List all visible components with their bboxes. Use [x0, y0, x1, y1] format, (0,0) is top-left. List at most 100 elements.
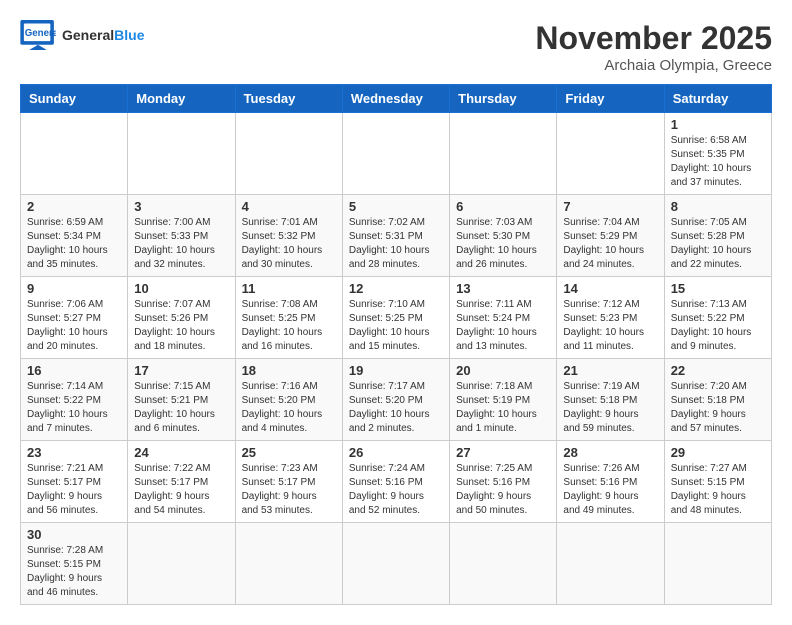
calendar-cell: 14Sunrise: 7:12 AM Sunset: 5:23 PM Dayli… — [557, 277, 664, 359]
day-info: Sunrise: 7:10 AM Sunset: 5:25 PM Dayligh… — [349, 298, 443, 354]
title-block: November 2025 Archaia Olympia, Greece — [535, 20, 772, 74]
calendar-cell — [342, 523, 449, 605]
calendar-cell — [342, 113, 449, 195]
calendar-cell: 30Sunrise: 7:28 AM Sunset: 5:15 PM Dayli… — [21, 523, 128, 605]
calendar-cell: 26 Sunrise: 7:24 AM Sunset: 5:16 PM Dayli… — [342, 441, 449, 523]
weekday-header-monday: Monday — [128, 85, 235, 113]
day-info: Sunrise: 7:22 AM Sunset: 5:17 PM Dayligh… — [134, 462, 228, 518]
calendar-cell — [21, 113, 128, 195]
day-info: Sunrise: 7:02 AM Sunset: 5:31 PM Dayligh… — [349, 216, 443, 272]
day-info: Sunrise: 7:13 AM Sunset: 5:22 PM Dayligh… — [671, 298, 765, 354]
calendar-cell: 3Sunrise: 7:00 AM Sunset: 5:33 PM Daylig… — [128, 195, 235, 277]
weekday-header-thursday: Thursday — [450, 85, 557, 113]
calendar-cell: 1Sunrise: 6:58 AM Sunset: 5:35 PM Daylig… — [664, 113, 771, 195]
day-info: Sunrise: 7:03 AM Sunset: 5:30 PM Dayligh… — [456, 216, 550, 272]
calendar-week-row: 23Sunrise: 7:21 AM Sunset: 5:17 PM Dayli… — [21, 441, 772, 523]
day-number: 4 — [242, 199, 336, 214]
calendar-cell: 24Sunrise: 7:22 AM Sunset: 5:17 PM Dayli… — [128, 441, 235, 523]
day-info: Sunrise: 7:11 AM Sunset: 5:24 PM Dayligh… — [456, 298, 550, 354]
calendar-cell — [128, 113, 235, 195]
calendar-cell: 15 Sunrise: 7:13 AM Sunset: 5:22 PM Dayli… — [664, 277, 771, 359]
calendar-header-row: SundayMondayTuesdayWednesdayThursdayFrid… — [21, 85, 772, 113]
calendar-cell: 8Sunrise: 7:05 AM Sunset: 5:28 PM Daylig… — [664, 195, 771, 277]
month-title: November 2025 — [535, 20, 772, 57]
day-number: 27 — [456, 445, 550, 460]
calendar-cell: 7 Sunrise: 7:04 AM Sunset: 5:29 PM Daylig… — [557, 195, 664, 277]
day-info: Sunrise: 7:01 AM Sunset: 5:32 PM Dayligh… — [242, 216, 336, 272]
calendar-cell: 25 Sunrise: 7:23 AM Sunset: 5:17 PM Dayli… — [235, 441, 342, 523]
day-info: Sunrise: 7:17 AM Sunset: 5:20 PM Dayligh… — [349, 380, 443, 436]
calendar-cell — [235, 113, 342, 195]
calendar-week-row: 9Sunrise: 7:06 AM Sunset: 5:27 PM Daylig… — [21, 277, 772, 359]
calendar-cell: 17 Sunrise: 7:15 AM Sunset: 5:21 PM Dayli… — [128, 359, 235, 441]
day-info: Sunrise: 7:15 AM Sunset: 5:21 PM Dayligh… — [134, 380, 228, 436]
calendar-week-row: 16 Sunrise: 7:14 AM Sunset: 5:22 PM Dayli… — [21, 359, 772, 441]
general-blue-icon: General — [20, 20, 56, 50]
day-number: 20 — [456, 363, 550, 378]
calendar-cell — [128, 523, 235, 605]
day-info: Sunrise: 7:24 AM Sunset: 5:16 PM Dayligh… — [349, 462, 443, 518]
day-number: 11 — [242, 281, 336, 296]
calendar-cell: 4 Sunrise: 7:01 AM Sunset: 5:32 PM Daylig… — [235, 195, 342, 277]
day-info: Sunrise: 7:04 AM Sunset: 5:29 PM Dayligh… — [563, 216, 657, 272]
calendar-cell: 23Sunrise: 7:21 AM Sunset: 5:17 PM Dayli… — [21, 441, 128, 523]
calendar-cell: 28 Sunrise: 7:26 AM Sunset: 5:16 PM Dayli… — [557, 441, 664, 523]
day-info: Sunrise: 7:20 AM Sunset: 5:18 PM Dayligh… — [671, 380, 765, 436]
day-info: Sunrise: 7:19 AM Sunset: 5:18 PM Dayligh… — [563, 380, 657, 436]
calendar-cell — [235, 523, 342, 605]
day-number: 12 — [349, 281, 443, 296]
day-number: 18 — [242, 363, 336, 378]
day-number: 5 — [349, 199, 443, 214]
calendar-week-row: 30Sunrise: 7:28 AM Sunset: 5:15 PM Dayli… — [21, 523, 772, 605]
calendar-cell — [450, 523, 557, 605]
day-info: Sunrise: 7:14 AM Sunset: 5:22 PM Dayligh… — [27, 380, 121, 436]
day-number: 15 — [671, 281, 765, 296]
day-number: 14 — [563, 281, 657, 296]
day-info: Sunrise: 7:07 AM Sunset: 5:26 PM Dayligh… — [134, 298, 228, 354]
day-info: Sunrise: 7:16 AM Sunset: 5:20 PM Dayligh… — [242, 380, 336, 436]
svg-text:General: General — [25, 28, 56, 39]
calendar-cell: 18 Sunrise: 7:16 AM Sunset: 5:20 PM Dayli… — [235, 359, 342, 441]
calendar-cell — [450, 113, 557, 195]
day-number: 26 — [349, 445, 443, 460]
calendar-cell: 21Sunrise: 7:19 AM Sunset: 5:18 PM Dayli… — [557, 359, 664, 441]
calendar-cell: 20 Sunrise: 7:18 AM Sunset: 5:19 PM Dayli… — [450, 359, 557, 441]
calendar-cell: 27Sunrise: 7:25 AM Sunset: 5:16 PM Dayli… — [450, 441, 557, 523]
calendar-cell — [557, 113, 664, 195]
calendar-cell: 2 Sunrise: 6:59 AM Sunset: 5:34 PM Daylig… — [21, 195, 128, 277]
weekday-header-sunday: Sunday — [21, 85, 128, 113]
calendar-cell: 12 Sunrise: 7:10 AM Sunset: 5:25 PM Dayli… — [342, 277, 449, 359]
calendar-week-row: 2 Sunrise: 6:59 AM Sunset: 5:34 PM Daylig… — [21, 195, 772, 277]
day-number: 28 — [563, 445, 657, 460]
day-number: 1 — [671, 117, 765, 132]
calendar-cell: 22Sunrise: 7:20 AM Sunset: 5:18 PM Dayli… — [664, 359, 771, 441]
page-header: General GeneralBlue November 2025 Archai… — [20, 20, 772, 74]
day-number: 7 — [563, 199, 657, 214]
calendar-cell — [664, 523, 771, 605]
day-info: Sunrise: 7:08 AM Sunset: 5:25 PM Dayligh… — [242, 298, 336, 354]
day-info: Sunrise: 7:06 AM Sunset: 5:27 PM Dayligh… — [27, 298, 121, 354]
day-number: 19 — [349, 363, 443, 378]
calendar-week-row: 1Sunrise: 6:58 AM Sunset: 5:35 PM Daylig… — [21, 113, 772, 195]
day-number: 2 — [27, 199, 121, 214]
calendar-cell: 29Sunrise: 7:27 AM Sunset: 5:15 PM Dayli… — [664, 441, 771, 523]
day-info: Sunrise: 7:28 AM Sunset: 5:15 PM Dayligh… — [27, 544, 121, 600]
calendar-cell: 10Sunrise: 7:07 AM Sunset: 5:26 PM Dayli… — [128, 277, 235, 359]
day-number: 17 — [134, 363, 228, 378]
day-info: Sunrise: 7:18 AM Sunset: 5:19 PM Dayligh… — [456, 380, 550, 436]
day-number: 25 — [242, 445, 336, 460]
day-number: 13 — [456, 281, 550, 296]
day-number: 16 — [27, 363, 121, 378]
day-info: Sunrise: 7:23 AM Sunset: 5:17 PM Dayligh… — [242, 462, 336, 518]
calendar-table: SundayMondayTuesdayWednesdayThursdayFrid… — [20, 84, 772, 605]
day-info: Sunrise: 7:26 AM Sunset: 5:16 PM Dayligh… — [563, 462, 657, 518]
day-number: 23 — [27, 445, 121, 460]
day-info: Sunrise: 7:05 AM Sunset: 5:28 PM Dayligh… — [671, 216, 765, 272]
calendar-cell: 9Sunrise: 7:06 AM Sunset: 5:27 PM Daylig… — [21, 277, 128, 359]
calendar-cell: 13 Sunrise: 7:11 AM Sunset: 5:24 PM Dayli… — [450, 277, 557, 359]
day-info: Sunrise: 7:27 AM Sunset: 5:15 PM Dayligh… — [671, 462, 765, 518]
weekday-header-saturday: Saturday — [664, 85, 771, 113]
day-info: Sunrise: 6:59 AM Sunset: 5:34 PM Dayligh… — [27, 216, 121, 272]
calendar-cell: 6 Sunrise: 7:03 AM Sunset: 5:30 PM Daylig… — [450, 195, 557, 277]
day-number: 6 — [456, 199, 550, 214]
